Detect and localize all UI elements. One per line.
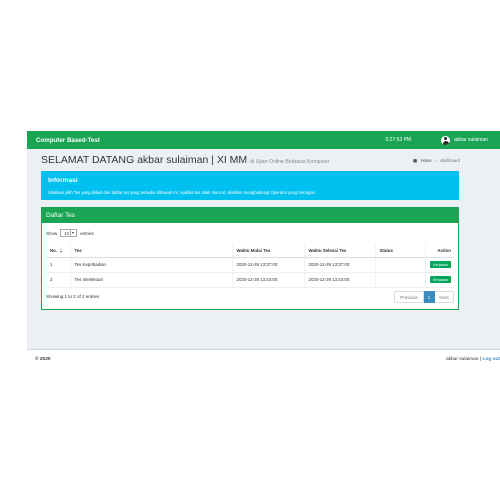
page: Computer Based-Test 5:27:53 PM akbar sul… (0, 0, 500, 500)
page-subtitle: di Ujian Online Berbasis Komputer (250, 159, 330, 165)
column-header-no[interactable]: No. (46, 244, 70, 258)
cell-action: Kerjakan (424, 272, 454, 288)
entries-select-value: 10 (64, 230, 69, 236)
cell-status (374, 272, 425, 288)
user-menu[interactable]: akbar sulaiman (441, 135, 488, 145)
previous-page-button[interactable]: Previous (394, 291, 424, 303)
table-row: 2 Tes Intelektual 2020-12-28 13:44:00 20… (46, 272, 454, 288)
column-header-status[interactable]: Status (374, 244, 425, 258)
page-title-text: SELAMAT DATANG akbar sulaiman | XI MM (41, 154, 248, 166)
breadcrumb-home[interactable]: Home (421, 158, 432, 163)
info-text: Silahkan pilih Tes yang diikuti dari daf… (48, 190, 316, 195)
table-info: Showing 1 to 2 of 2 entries (46, 294, 100, 299)
table-header-row: No. Tes Waktu Mulai Tes Waktu Selesai Te… (46, 244, 454, 258)
cell-no: 1 (46, 257, 70, 273)
cell-waktu-mulai: 2020-12-28 13:37:00 (231, 257, 304, 273)
info-callout: Informasi Silahkan pilih Tes yang diikut… (41, 171, 459, 200)
next-page-button[interactable]: Next (435, 291, 454, 303)
column-header-tes[interactable]: Tes (69, 244, 232, 258)
column-header-waktu-mulai[interactable]: Waktu Mulai Tes (231, 244, 304, 258)
top-navbar: Computer Based-Test 5:27:53 PM akbar sul… (27, 131, 500, 149)
info-title: Informasi (48, 177, 78, 184)
cell-waktu-mulai: 2020-12-28 13:44:00 (231, 272, 304, 288)
column-header-action[interactable]: Action (424, 244, 454, 258)
chevron-down-icon (70, 230, 75, 236)
cell-no: 2 (46, 272, 70, 288)
breadcrumb-current: dashboard (440, 158, 460, 163)
breadcrumb: Home > dashboard (412, 158, 460, 163)
copyright: © 2020 (35, 357, 51, 362)
entries-length-control: Show 10 entries (46, 229, 94, 237)
breadcrumb-separator: > (434, 158, 438, 163)
table-row: 1 Tes Kepribadian 2020-12-28 13:37:00 20… (46, 257, 454, 273)
page-title: SELAMAT DATANG akbar sulaiman | XI MM di … (41, 154, 329, 166)
footer-user: akbar sulaiman (445, 357, 479, 362)
cell-status (374, 257, 425, 273)
content-wrapper: SELAMAT DATANG akbar sulaiman | XI MM di … (27, 149, 500, 349)
pagination: Previous 1 Next (394, 291, 454, 303)
test-list-panel: Daftar Tes Show 10 entries No. Tes Waktu… (41, 207, 459, 310)
page-1-button[interactable]: 1 (424, 291, 435, 303)
kerjakan-button[interactable]: Kerjakan (430, 276, 451, 283)
entries-select[interactable]: 10 (60, 229, 78, 237)
user-name: akbar sulaiman (454, 137, 488, 143)
cell-action: Kerjakan (424, 257, 454, 273)
cell-waktu-selesai: 2020-12-29 13:44:00 (303, 272, 375, 288)
footer-user-area: akbar sulaiman | Log out (446, 357, 500, 362)
logout-link[interactable]: Log out (482, 357, 500, 362)
cell-waktu-selesai: 2020-12-29 13:37:00 (303, 257, 375, 273)
user-avatar-icon (441, 135, 451, 145)
length-show-label: Show (46, 230, 58, 236)
test-table: No. Tes Waktu Mulai Tes Waktu Selesai Te… (46, 244, 454, 288)
home-icon (412, 158, 418, 163)
footer-separator: | (479, 357, 482, 362)
sort-icon (60, 247, 64, 253)
cell-tes: Tes Intelektual (69, 272, 232, 288)
cell-tes: Tes Kepribadian (69, 257, 232, 273)
length-entries-label: entries (80, 230, 94, 236)
column-header-waktu-selesai[interactable]: Waktu Selesai Tes (303, 244, 375, 258)
footer: © 2020 akbar sulaiman | Log out (27, 349, 500, 369)
clock: 5:27:53 PM (385, 137, 412, 143)
kerjakan-button[interactable]: Kerjakan (430, 261, 451, 268)
panel-title: Daftar Tes (42, 208, 458, 223)
app-brand[interactable]: Computer Based-Test (36, 137, 386, 144)
